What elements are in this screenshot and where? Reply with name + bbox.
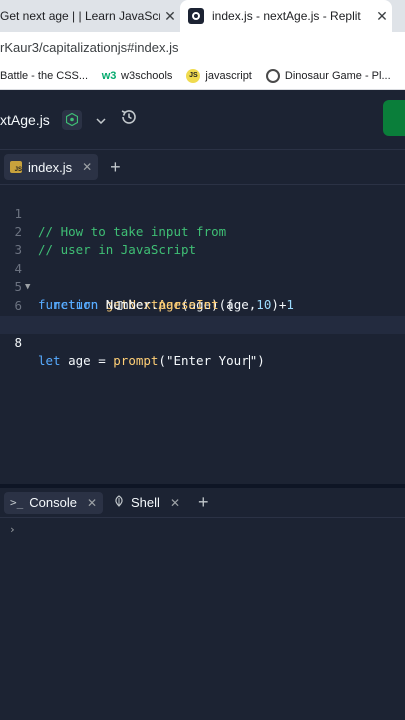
bookmark-dinosaur-game[interactable]: Dinosaur Game - Pl... — [265, 68, 391, 83]
editor-tab-index-js[interactable]: JS index.js ✕ — [4, 154, 99, 180]
replit-favicon-icon — [188, 8, 204, 24]
bookmarks-bar: Battle - the CSS... w3 w3schools JS java… — [0, 62, 405, 90]
url-text[interactable]: rKaur3/capitalizationjs#index.js — [0, 40, 178, 55]
tab-label: Shell — [131, 495, 160, 510]
code-line[interactable]: 1 // How to take input from — [0, 187, 405, 239]
bookmark-css-battle[interactable]: Battle - the CSS... — [0, 70, 88, 82]
tab-console[interactable]: >_ Console ✕ — [4, 491, 104, 514]
bookmark-label: Battle - the CSS... — [0, 69, 89, 82]
w3schools-icon: w3 — [101, 69, 117, 82]
tab-shell[interactable]: Shell ✕ — [107, 492, 186, 514]
code-line[interactable]: 4 ▼ function getNextAge(age) { — [0, 242, 405, 312]
shell-icon — [113, 495, 125, 510]
browser-tab-replit[interactable]: index.js - nextAge.js - Replit ✕ — [180, 0, 392, 32]
browser-tab-bar: Get next age | | Learn JavaScript ✕ inde… — [0, 0, 405, 32]
close-icon[interactable]: ✕ — [87, 496, 97, 510]
javascript-icon: JS — [186, 68, 201, 83]
tab-label: Console — [29, 495, 77, 510]
close-icon[interactable]: ✕ — [82, 160, 92, 174]
code-text: let age = prompt("Enter Your") — [38, 353, 265, 369]
browser-tab-learn-javascript[interactable]: Get next age | | Learn JavaScript ✕ — [0, 0, 180, 32]
terminal-icon: >_ — [10, 496, 24, 509]
run-button[interactable] — [383, 100, 405, 136]
bookmark-label: Dinosaur Game - Pl... — [284, 69, 391, 82]
bookmark-javascript[interactable]: JS javascript — [186, 68, 252, 83]
code-line[interactable]: 2 // user in JavaScript — [0, 205, 405, 257]
bookmark-label: javascript — [205, 69, 252, 82]
tab-title: Get next age | | Learn JavaScript — [0, 9, 160, 23]
code-line[interactable]: 6 } — [0, 279, 405, 331]
editor-tab-bar: JS index.js ✕ + — [0, 150, 405, 185]
js-file-icon: JS — [10, 161, 22, 173]
console-prompt-icon: › — [9, 523, 16, 536]
bookmark-label: w3schools — [121, 69, 173, 82]
close-icon[interactable]: ✕ — [372, 8, 392, 25]
code-line-active[interactable]: 8 let age = prompt("Enter Your") — [0, 316, 405, 369]
chevron-down-icon[interactable] — [96, 113, 106, 127]
bookmark-w3schools[interactable]: w3 w3schools — [101, 69, 173, 82]
text-cursor — [248, 354, 250, 369]
line-number: 8 — [14, 335, 22, 350]
code-line[interactable]: 3 — [0, 223, 405, 257]
console-output[interactable]: › — [0, 519, 405, 720]
code-line[interactable]: 5 return Number.parseInt(age,10)+1 — [0, 260, 405, 312]
close-icon[interactable]: ✕ — [160, 8, 180, 25]
editor-tab-label: index.js — [28, 159, 73, 175]
mouse-ibeam-icon: I — [116, 299, 124, 313]
address-bar[interactable]: rKaur3/capitalizationjs#index.js — [0, 32, 405, 62]
code-editor[interactable]: 1 // How to take input from 2 // user in… — [0, 186, 405, 484]
repl-name[interactable]: xtAge.js — [0, 112, 50, 128]
tab-title: index.js - nextAge.js - Replit — [212, 9, 361, 23]
add-tab-button[interactable]: + — [110, 157, 121, 178]
replit-header: xtAge.js — [0, 90, 405, 150]
close-icon[interactable]: ✕ — [170, 496, 180, 510]
history-icon[interactable] — [120, 108, 138, 131]
add-console-tab-button[interactable]: + — [198, 492, 209, 513]
code-line[interactable]: 7 — [0, 297, 405, 331]
nodejs-icon[interactable] — [61, 109, 82, 130]
dino-icon — [265, 68, 280, 83]
console-tab-bar: >_ Console ✕ Shell ✕ + — [0, 488, 405, 518]
